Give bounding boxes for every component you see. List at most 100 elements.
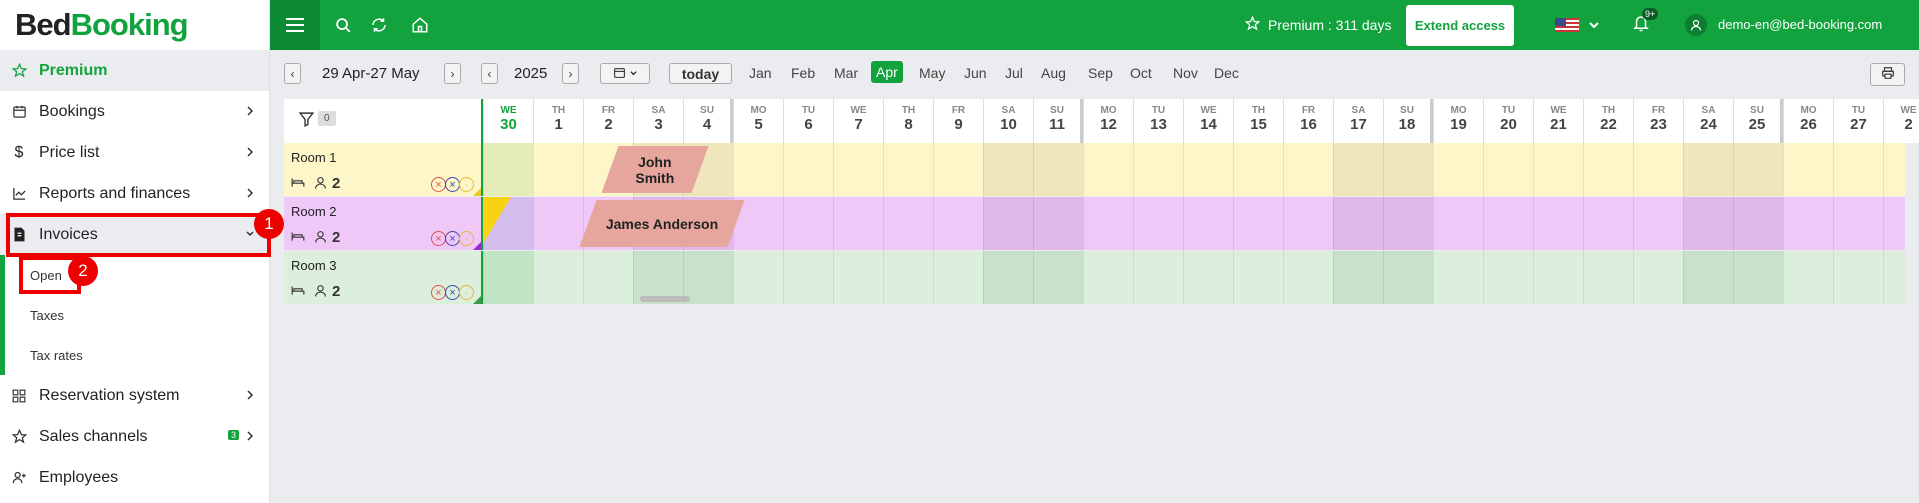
calendar-cell[interactable] bbox=[833, 143, 883, 196]
calendar-cell[interactable] bbox=[983, 251, 1033, 304]
calendar-cell[interactable] bbox=[933, 143, 983, 196]
calendar-cell[interactable] bbox=[1683, 143, 1733, 196]
calendar-cell[interactable] bbox=[1783, 143, 1833, 196]
booking-block[interactable]: James Anderson bbox=[579, 200, 745, 247]
menu-icon[interactable] bbox=[270, 0, 320, 50]
calendar-cell[interactable] bbox=[1833, 143, 1883, 196]
calendar-cell[interactable] bbox=[1433, 197, 1483, 250]
user-email[interactable]: demo-en@bed-booking.com bbox=[1718, 17, 1882, 32]
calendar-cell[interactable] bbox=[1883, 197, 1919, 250]
calendar-cell[interactable] bbox=[1633, 197, 1683, 250]
month-may[interactable]: May bbox=[919, 65, 945, 81]
next-range-button[interactable]: › bbox=[444, 63, 461, 84]
calendar-cell[interactable] bbox=[1883, 251, 1919, 304]
month-sep[interactable]: Sep bbox=[1088, 65, 1113, 81]
calendar-cell[interactable] bbox=[533, 197, 583, 250]
calendar-cell[interactable] bbox=[683, 251, 733, 304]
next-year-button[interactable]: › bbox=[562, 63, 579, 84]
calendar-cell[interactable] bbox=[1683, 251, 1733, 304]
month-jan[interactable]: Jan bbox=[749, 65, 772, 81]
calendar-cell[interactable] bbox=[1483, 197, 1533, 250]
sidebar-item-reservation-system[interactable]: Reservation system bbox=[0, 375, 269, 416]
calendar-cell[interactable] bbox=[1433, 251, 1483, 304]
refresh-icon[interactable] bbox=[369, 15, 389, 35]
sidebar-item-bookings[interactable]: Bookings bbox=[0, 91, 269, 132]
today-button[interactable]: today bbox=[669, 63, 732, 84]
submenu-item-taxes[interactable]: Taxes bbox=[5, 295, 269, 335]
submenu-item-tax-rates[interactable]: Tax rates bbox=[5, 335, 269, 375]
calendar-cell[interactable] bbox=[1233, 197, 1283, 250]
calendar-cell[interactable] bbox=[833, 197, 883, 250]
calendar-cell[interactable] bbox=[1033, 143, 1083, 196]
status-cancel-icon[interactable]: × bbox=[431, 231, 446, 246]
print-button[interactable] bbox=[1870, 63, 1905, 86]
calendar-cell[interactable] bbox=[1383, 197, 1433, 250]
calendar-cell[interactable] bbox=[1283, 251, 1333, 304]
status-block-icon[interactable]: × bbox=[445, 177, 460, 192]
calendar-cell[interactable] bbox=[833, 251, 883, 304]
calendar-cell[interactable] bbox=[783, 251, 833, 304]
month-mar[interactable]: Mar bbox=[834, 65, 858, 81]
calendar-cell[interactable] bbox=[1233, 251, 1283, 304]
calendar-cell[interactable] bbox=[1333, 251, 1383, 304]
calendar-cell[interactable] bbox=[1333, 197, 1383, 250]
calendar-cell[interactable] bbox=[1233, 143, 1283, 196]
premium-days[interactable]: Premium : 311 days bbox=[1244, 15, 1391, 34]
calendar-cell[interactable] bbox=[783, 143, 833, 196]
calendar-cell[interactable] bbox=[1583, 197, 1633, 250]
calendar-cell[interactable] bbox=[1183, 197, 1233, 250]
calendar-cell[interactable] bbox=[483, 143, 533, 196]
calendar-cell[interactable] bbox=[1483, 143, 1533, 196]
booking-block[interactable]: John Smith bbox=[601, 146, 709, 193]
month-nov[interactable]: Nov bbox=[1173, 65, 1198, 81]
calendar-cell[interactable] bbox=[1533, 251, 1583, 304]
calendar-cell[interactable] bbox=[1383, 143, 1433, 196]
calendar-cell[interactable] bbox=[1033, 251, 1083, 304]
calendar-cell[interactable] bbox=[1183, 251, 1233, 304]
calendar-cell[interactable] bbox=[1083, 143, 1133, 196]
status-pending-icon[interactable]: · bbox=[459, 285, 474, 300]
calendar-cell[interactable] bbox=[1583, 143, 1633, 196]
calendar-cell[interactable] bbox=[1883, 143, 1919, 196]
calendar-cell[interactable] bbox=[783, 197, 833, 250]
sidebar-item-reports[interactable]: Reports and finances bbox=[0, 173, 269, 214]
calendar-cell[interactable] bbox=[883, 197, 933, 250]
extend-access-button[interactable]: Extend access bbox=[1406, 5, 1514, 46]
calendar-cell[interactable] bbox=[1633, 251, 1683, 304]
calendar-cell[interactable] bbox=[1633, 143, 1683, 196]
room-label[interactable]: Room 3 2 × × · bbox=[284, 251, 483, 304]
calendar-cell[interactable] bbox=[483, 251, 533, 304]
room-label[interactable]: Room 2 2 × × · bbox=[284, 197, 483, 250]
horizontal-scrollbar[interactable] bbox=[640, 296, 690, 302]
month-aug[interactable]: Aug bbox=[1041, 65, 1066, 81]
chevron-down-icon[interactable] bbox=[1588, 18, 1600, 36]
month-feb[interactable]: Feb bbox=[791, 65, 815, 81]
calendar-cell[interactable] bbox=[1433, 143, 1483, 196]
calendar-cell[interactable] bbox=[733, 143, 783, 196]
calendar-picker-button[interactable] bbox=[600, 63, 650, 84]
calendar-cell[interactable] bbox=[1133, 251, 1183, 304]
month-jul[interactable]: Jul bbox=[1005, 65, 1023, 81]
calendar-cell[interactable] bbox=[1533, 197, 1583, 250]
calendar-cell[interactable] bbox=[1583, 251, 1633, 304]
calendar-cell[interactable] bbox=[1283, 197, 1333, 250]
status-block-icon[interactable]: × bbox=[445, 285, 460, 300]
calendar-cell[interactable] bbox=[1833, 251, 1883, 304]
calendar-cell[interactable] bbox=[1683, 197, 1733, 250]
calendar-cell[interactable] bbox=[1333, 143, 1383, 196]
calendar-cell[interactable] bbox=[933, 197, 983, 250]
calendar-cell[interactable] bbox=[1733, 197, 1783, 250]
status-block-icon[interactable]: × bbox=[445, 231, 460, 246]
room-label[interactable]: Room 1 2 × × · bbox=[284, 143, 483, 196]
calendar-cell[interactable] bbox=[1383, 251, 1433, 304]
sidebar-item-premium[interactable]: Premium bbox=[0, 50, 269, 91]
calendar-cell[interactable] bbox=[883, 143, 933, 196]
calendar-cell[interactable] bbox=[1033, 197, 1083, 250]
filter-icon[interactable] bbox=[298, 111, 315, 133]
calendar-cell[interactable] bbox=[1833, 197, 1883, 250]
calendar-cell[interactable] bbox=[1183, 143, 1233, 196]
status-cancel-icon[interactable]: × bbox=[431, 285, 446, 300]
calendar-cell[interactable] bbox=[1783, 197, 1833, 250]
status-cancel-icon[interactable]: × bbox=[431, 177, 446, 192]
calendar-cell[interactable] bbox=[1783, 251, 1833, 304]
